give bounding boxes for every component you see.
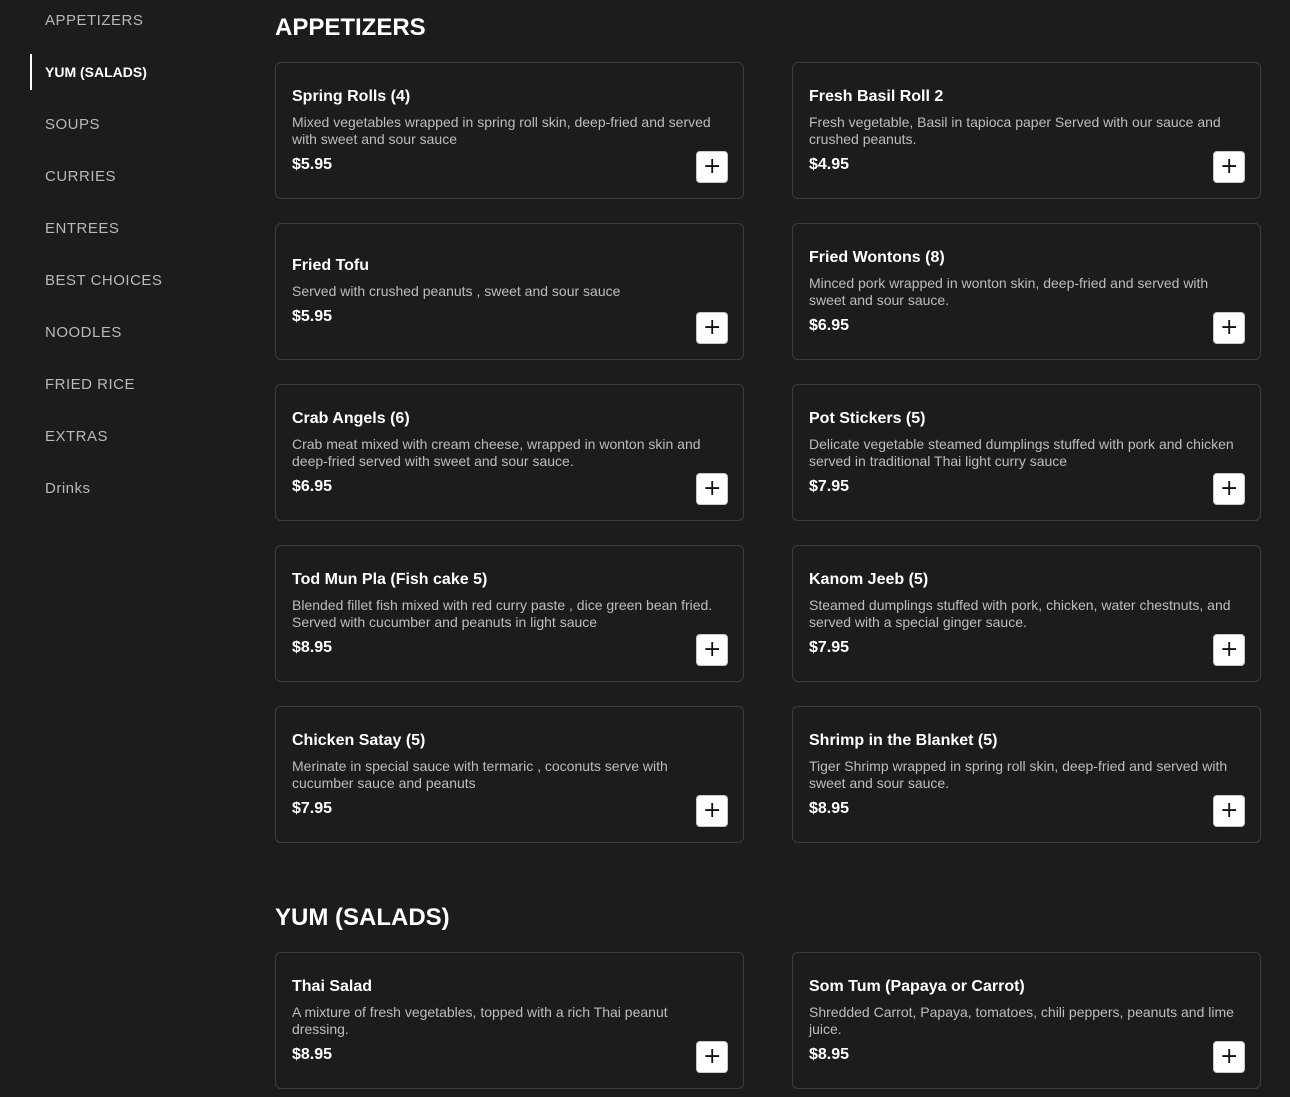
menu-item-price: $7.95 xyxy=(809,638,850,656)
menu-item-card[interactable]: Chicken Satay (5) Merinate in special sau… xyxy=(275,706,744,843)
menu-item-body: Shrimp in the Blanket (5) Tiger Shrimp wr… xyxy=(809,707,1244,842)
menu-item-body: Chicken Satay (5) Merinate in special sau… xyxy=(292,707,727,842)
menu-item-body: Fried Wontons (8) Minced pork wrapped in … xyxy=(809,224,1244,359)
plus-icon: + xyxy=(703,154,722,179)
menu-item-body: Kanom Jeeb (5) Steamed dumplings stuffed … xyxy=(809,546,1244,681)
plus-icon: + xyxy=(703,1044,722,1069)
menu-item-name: Pot Stickers (5) xyxy=(809,409,926,427)
plus-icon: + xyxy=(703,315,722,340)
menu-item-description: Crab meat mixed with cream cheese, wrapp… xyxy=(292,435,701,469)
menu-item-name: Fried Wontons (8) xyxy=(809,248,945,266)
section-title-appetizers: APPETIZERS xyxy=(275,14,426,41)
plus-icon: + xyxy=(703,476,722,501)
menu-item-price: $6.95 xyxy=(292,477,333,495)
menu-item-price: $7.95 xyxy=(292,799,333,817)
menu-item-name: Shrimp in the Blanket (5) xyxy=(809,731,998,749)
menu-item-price: $5.95 xyxy=(292,308,333,325)
menu-item-price: $7.95 xyxy=(809,477,850,495)
add-to-cart-button[interactable]: + xyxy=(696,473,728,505)
add-to-cart-button[interactable]: + xyxy=(696,1041,728,1073)
menu-item-name: Som Tum (Papaya or Carrot) xyxy=(809,977,1025,995)
plus-icon: + xyxy=(1220,476,1239,501)
menu-item-body: Fried Tofu Served with crushed peanuts , … xyxy=(292,224,727,359)
sidebar-item-extras[interactable]: EXTRAS xyxy=(30,418,230,454)
plus-icon: + xyxy=(1220,315,1239,340)
menu-item-description: Blended fillet fish mixed with red curry… xyxy=(292,596,713,630)
add-to-cart-button[interactable]: + xyxy=(1213,312,1245,344)
menu-item-price: $8.95 xyxy=(292,638,333,656)
menu-item-card[interactable]: Fried Tofu Served with crushed peanuts , … xyxy=(275,223,744,360)
menu-item-name: Fried Tofu xyxy=(292,257,370,274)
plus-icon: + xyxy=(703,637,722,662)
menu-item-name: Crab Angels (6) xyxy=(292,409,410,427)
sidebar-item-noodles[interactable]: NOODLES xyxy=(30,314,230,350)
menu-item-name: Spring Rolls (4) xyxy=(292,87,411,105)
menu-item-card[interactable]: Crab Angels (6) Crab meat mixed with crea… xyxy=(275,384,744,521)
add-to-cart-button[interactable]: + xyxy=(1213,1041,1245,1073)
add-to-cart-button[interactable]: + xyxy=(1213,795,1245,827)
menu-item-name: Thai Salad xyxy=(292,977,373,995)
menu-item-body: Som Tum (Papaya or Carrot) Shredded Carro… xyxy=(809,953,1244,1088)
menu-item-description: A mixture of fresh vegetables, topped wi… xyxy=(292,1003,668,1037)
plus-icon: + xyxy=(1220,1044,1239,1069)
menu-item-body: Pot Stickers (5) Delicate vegetable steam… xyxy=(809,385,1244,520)
add-to-cart-button[interactable]: + xyxy=(1213,473,1245,505)
sidebar-item-soups[interactable]: SOUPS xyxy=(30,106,230,142)
section-title-yum-salads: YUM (SALADS) xyxy=(275,904,450,931)
menu-item-card[interactable]: Pot Stickers (5) Delicate vegetable steam… xyxy=(792,384,1261,521)
plus-icon: + xyxy=(703,798,722,823)
menu-item-body: Tod Mun Pla (Fish cake 5) Blended fillet … xyxy=(292,546,727,681)
menu-item-price: $4.95 xyxy=(809,155,850,173)
add-to-cart-button[interactable]: + xyxy=(1213,151,1245,183)
menu-item-price: $8.95 xyxy=(809,799,850,817)
menu-item-card[interactable]: Som Tum (Papaya or Carrot) Shredded Carro… xyxy=(792,952,1261,1089)
menu-item-price: $6.95 xyxy=(809,316,850,334)
menu-item-description: Steamed dumplings stuffed with pork, chi… xyxy=(809,596,1231,630)
menu-item-card[interactable]: Shrimp in the Blanket (5) Tiger Shrimp wr… xyxy=(792,706,1261,843)
add-to-cart-button[interactable]: + xyxy=(696,634,728,666)
menu-item-price: $8.95 xyxy=(809,1045,850,1063)
sidebar-item-yum-salads[interactable]: YUM (SALADS) xyxy=(30,54,230,90)
menu-item-description: Tiger Shrimp wrapped in spring roll skin… xyxy=(809,757,1228,791)
sidebar-item-drinks[interactable]: Drinks xyxy=(30,470,230,506)
plus-icon: + xyxy=(1220,798,1239,823)
menu-item-description: Delicate vegetable steamed dumplings stu… xyxy=(809,435,1234,469)
sidebar-item-curries[interactable]: CURRIES xyxy=(30,158,230,194)
menu-item-body: Crab Angels (6) Crab meat mixed with crea… xyxy=(292,385,727,520)
category-sidebar: APPETIZERS YUM (SALADS) SOUPS CURRIES ENTREE… xyxy=(0,0,250,1097)
menu-item-description: Minced pork wrapped in wonton skin, deep… xyxy=(809,274,1209,308)
menu-item-price: $8.95 xyxy=(292,1045,333,1063)
add-to-cart-button[interactable]: + xyxy=(696,795,728,827)
plus-icon: + xyxy=(1220,637,1239,662)
menu-item-card[interactable]: Spring Rolls (4) Mixed vegetables wrapped… xyxy=(275,62,744,199)
menu-item-description: Served with crushed peanuts , sweet and … xyxy=(292,283,621,299)
add-to-cart-button[interactable]: + xyxy=(696,312,728,344)
sidebar-item-best-choices[interactable]: BEST CHOICES xyxy=(30,262,230,298)
menu-item-card[interactable]: Fresh Basil Roll 2 Fresh vegetable, Basil… xyxy=(792,62,1261,199)
sidebar-item-fried-rice[interactable]: FRIED RICE xyxy=(30,366,230,402)
menu-item-name: Fresh Basil Roll 2 xyxy=(809,87,944,105)
menu-item-card[interactable]: Kanom Jeeb (5) Steamed dumplings stuffed … xyxy=(792,545,1261,682)
menu-item-card[interactable]: Tod Mun Pla (Fish cake 5) Blended fillet … xyxy=(275,545,744,682)
add-to-cart-button[interactable]: + xyxy=(1213,634,1245,666)
menu-item-card[interactable]: Fried Wontons (8) Minced pork wrapped in … xyxy=(792,223,1261,360)
menu-item-name: Tod Mun Pla (Fish cake 5) xyxy=(292,570,488,588)
menu-item-description: Fresh vegetable, Basil in tapioca paper … xyxy=(809,113,1221,147)
sidebar-item-entrees[interactable]: ENTREES xyxy=(30,210,230,246)
plus-icon: + xyxy=(1220,154,1239,179)
add-to-cart-button[interactable]: + xyxy=(696,151,728,183)
menu-item-description: Merinate in special sauce with termaric … xyxy=(292,757,668,791)
menu-item-name: Kanom Jeeb (5) xyxy=(809,570,929,588)
menu-item-body: Fresh Basil Roll 2 Fresh vegetable, Basil… xyxy=(809,63,1244,198)
menu-item-description: Mixed vegetables wrapped in spring roll … xyxy=(292,113,711,147)
menu-item-price: $5.95 xyxy=(292,155,333,173)
menu-item-body: Spring Rolls (4) Mixed vegetables wrapped… xyxy=(292,63,727,198)
sidebar-item-appetizers[interactable]: APPETIZERS xyxy=(30,2,230,38)
menu-item-name: Chicken Satay (5) xyxy=(292,731,426,749)
menu-item-body: Thai Salad A mixture of fresh vegetables,… xyxy=(292,953,727,1088)
menu-item-card[interactable]: Thai Salad A mixture of fresh vegetables,… xyxy=(275,952,744,1089)
menu-item-description: Shredded Carrot, Papaya, tomatoes, chili… xyxy=(809,1003,1234,1037)
